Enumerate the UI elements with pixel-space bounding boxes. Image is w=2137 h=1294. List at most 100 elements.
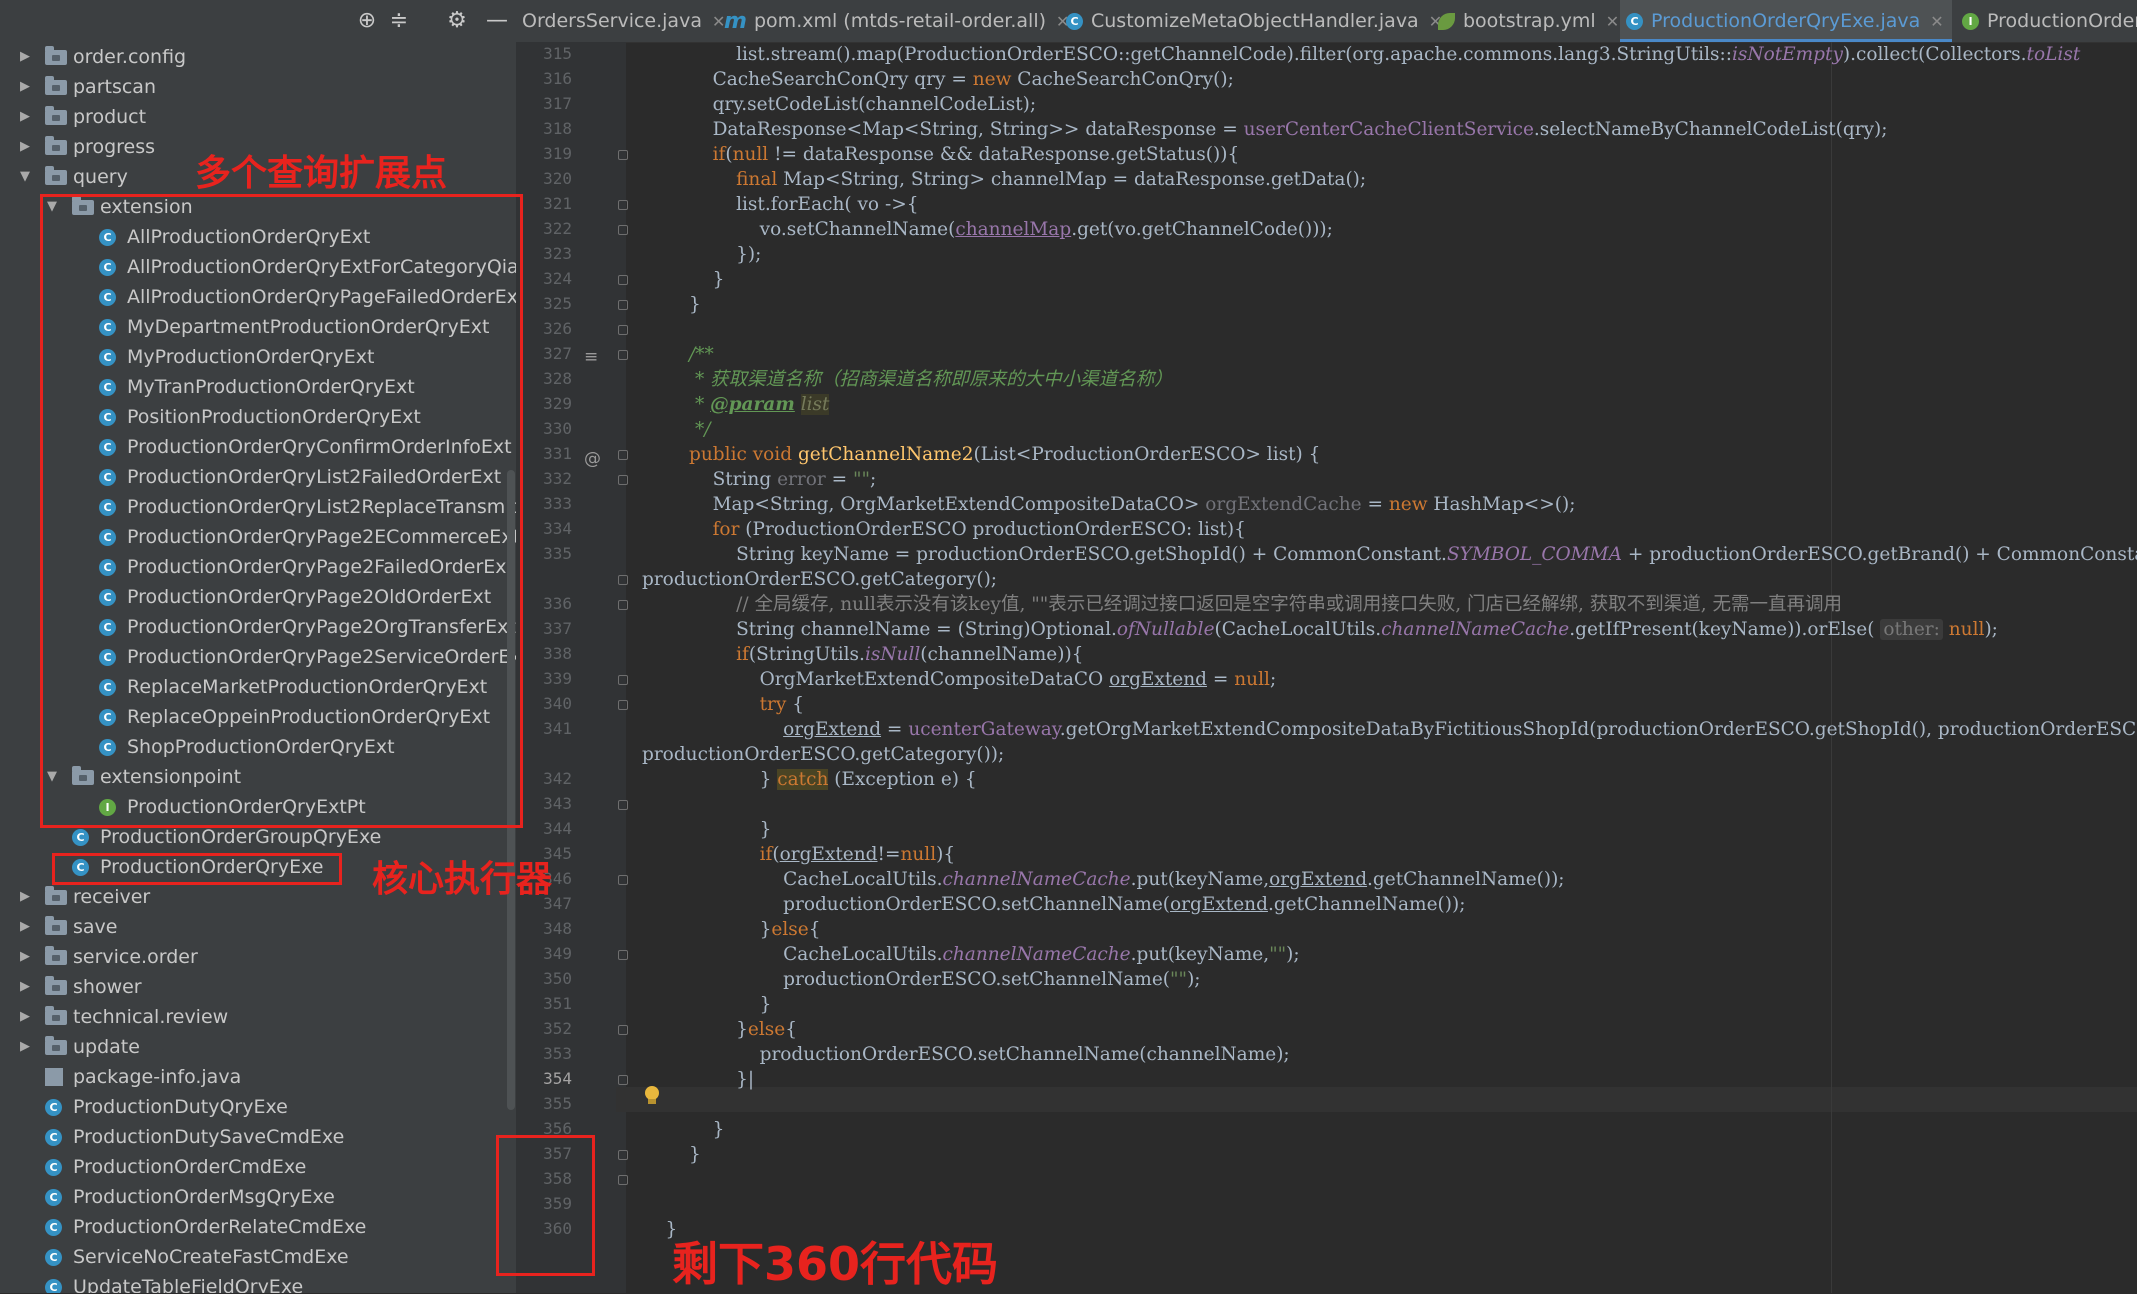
- tab-label: ProductionOrderQ: [1987, 10, 2137, 32]
- tab-label: OrdersService.java: [522, 10, 702, 32]
- folder-icon: [45, 106, 67, 125]
- override-marker-icon[interactable]: @: [584, 449, 601, 469]
- fold-marker-icon[interactable]: [618, 1150, 628, 1160]
- tree-item-label: ServiceNoCreateFastCmdExe: [73, 1246, 349, 1268]
- minimize-icon[interactable]: —: [484, 8, 510, 34]
- fold-marker-icon[interactable]: [618, 350, 628, 360]
- line-number: 316: [543, 69, 572, 88]
- class-icon: C: [45, 1159, 62, 1176]
- tree-file[interactable]: C UpdateTableFieldQryExe: [0, 1272, 516, 1293]
- class-icon: C: [45, 1099, 62, 1116]
- fold-marker-icon[interactable]: [618, 300, 628, 310]
- tree-file[interactable]: C ProductionOrderRelateCmdExe: [0, 1212, 516, 1242]
- tab-label: pom.xml (mtds-retail-order.all): [754, 10, 1047, 32]
- line-number: 322: [543, 219, 572, 238]
- tree-item-label: package-info.java: [73, 1066, 242, 1088]
- collapse-icon[interactable]: ≑: [386, 8, 412, 34]
- tree-file[interactable]: C ProductionOrderMsgQryExe: [0, 1182, 516, 1212]
- folder-icon: [45, 976, 67, 995]
- fold-marker-icon[interactable]: [618, 1175, 628, 1185]
- fold-marker-icon[interactable]: [618, 800, 628, 810]
- close-tab-icon[interactable]: ✕: [1606, 12, 1619, 31]
- fold-marker-icon[interactable]: [618, 450, 628, 460]
- collapsed-arrow-icon[interactable]: ▶: [16, 102, 34, 132]
- tree-item-label: ProductionDutySaveCmdExe: [73, 1126, 345, 1148]
- tree-file[interactable]: C ProductionDutyQryExe: [0, 1092, 516, 1122]
- collapsed-arrow-icon[interactable]: ▶: [16, 1002, 34, 1032]
- line-number: 329: [543, 394, 572, 413]
- tree-folder[interactable]: ▶ shower: [0, 972, 516, 1002]
- line-number: 333: [543, 494, 572, 513]
- tree-folder[interactable]: ▶ technical.review: [0, 1002, 516, 1032]
- line-number: 341: [543, 719, 572, 738]
- fold-marker-icon[interactable]: [618, 675, 628, 685]
- fold-marker-icon[interactable]: [618, 1075, 628, 1085]
- collapsed-arrow-icon[interactable]: ▶: [16, 42, 34, 72]
- tree-folder[interactable]: ▶ product: [0, 102, 516, 132]
- collapsed-arrow-icon[interactable]: ▶: [16, 942, 34, 972]
- fold-marker-icon[interactable]: [618, 1025, 628, 1035]
- fold-marker-icon[interactable]: [618, 150, 628, 160]
- editor-tab[interactable]: C CustomizeMetaObjectHandler.java ✕: [1060, 0, 1450, 42]
- collapsed-arrow-icon[interactable]: ▶: [16, 132, 34, 162]
- target-icon[interactable]: ⊕: [354, 8, 380, 34]
- line-number: 325: [543, 294, 572, 313]
- collapsed-arrow-icon[interactable]: ▶: [16, 1032, 34, 1062]
- tree-folder[interactable]: ▶ update: [0, 1032, 516, 1062]
- fold-marker-icon[interactable]: [618, 325, 628, 335]
- tree-folder[interactable]: ▶ partscan: [0, 72, 516, 102]
- tree-file[interactable]: C ProductionDutySaveCmdExe: [0, 1122, 516, 1152]
- tree-file[interactable]: C ServiceNoCreateFastCmdExe: [0, 1242, 516, 1272]
- code-editor[interactable]: list.stream().map(ProductionOrderESCO::g…: [642, 42, 2137, 1293]
- folder-icon: [45, 1006, 67, 1025]
- line-number: 319: [543, 144, 572, 163]
- fold-marker-icon[interactable]: [618, 200, 628, 210]
- folder-icon: [45, 166, 67, 185]
- line-number: 326: [543, 319, 572, 338]
- tree-file[interactable]: package-info.java: [0, 1062, 516, 1092]
- editor-tab[interactable]: C ProductionOrderQryExe.java ✕: [1620, 0, 1952, 42]
- class-icon: C: [45, 1189, 62, 1206]
- collapsed-arrow-icon[interactable]: ▶: [16, 882, 34, 912]
- editor-tab[interactable]: bootstrap.yml ✕: [1432, 0, 1627, 42]
- tab-label: CustomizeMetaObjectHandler.java: [1091, 10, 1419, 32]
- fold-marker-icon[interactable]: [618, 600, 628, 610]
- fold-marker-icon[interactable]: [618, 575, 628, 585]
- line-number: 354: [543, 1069, 572, 1088]
- tree-file[interactable]: C ProductionOrderCmdExe: [0, 1152, 516, 1182]
- fold-marker-icon[interactable]: [618, 475, 628, 485]
- collapsed-arrow-icon[interactable]: ▶: [16, 72, 34, 102]
- gear-icon[interactable]: ⚙: [444, 8, 470, 34]
- extension-points-note: 多个查询扩展点: [195, 153, 448, 194]
- package-info-icon: [45, 1068, 63, 1086]
- tree-folder[interactable]: ▶ service.order: [0, 942, 516, 972]
- collapsed-arrow-icon[interactable]: ▶: [16, 972, 34, 1002]
- fold-marker-icon[interactable]: [618, 225, 628, 235]
- fold-marker-icon[interactable]: [618, 875, 628, 885]
- line-number: 323: [543, 244, 572, 263]
- line-number: 328: [543, 369, 572, 388]
- fold-marker-icon[interactable]: [618, 950, 628, 960]
- close-tab-icon[interactable]: ✕: [1930, 12, 1943, 31]
- line-number: 338: [543, 644, 572, 663]
- folder-icon: [45, 1036, 67, 1055]
- core-executor-highlight-box: [52, 853, 342, 885]
- expanded-arrow-icon[interactable]: ▼: [16, 162, 34, 192]
- line-number: 317: [543, 94, 572, 113]
- folder-icon: [45, 136, 67, 155]
- line-number: 339: [543, 669, 572, 688]
- editor-tab[interactable]: I ProductionOrderQ: [1956, 0, 2137, 42]
- fold-marker-icon[interactable]: [618, 700, 628, 710]
- line-number: 340: [543, 694, 572, 713]
- remaining-lines-highlight-box: [496, 1135, 595, 1276]
- line-number: 335: [543, 544, 572, 563]
- line-number: 320: [543, 169, 572, 188]
- editor-tab[interactable]: m pom.xml (mtds-retail-order.all) ✕: [718, 0, 1077, 42]
- fold-marker-icon[interactable]: [618, 275, 628, 285]
- line-number: 321: [543, 194, 572, 213]
- tree-folder[interactable]: ▶ order.config: [0, 42, 516, 72]
- collapsed-arrow-icon[interactable]: ▶: [16, 912, 34, 942]
- class-icon: C: [1066, 13, 1083, 30]
- tree-folder[interactable]: ▶ save: [0, 912, 516, 942]
- editor-tab[interactable]: OrdersService.java ✕: [516, 0, 733, 42]
